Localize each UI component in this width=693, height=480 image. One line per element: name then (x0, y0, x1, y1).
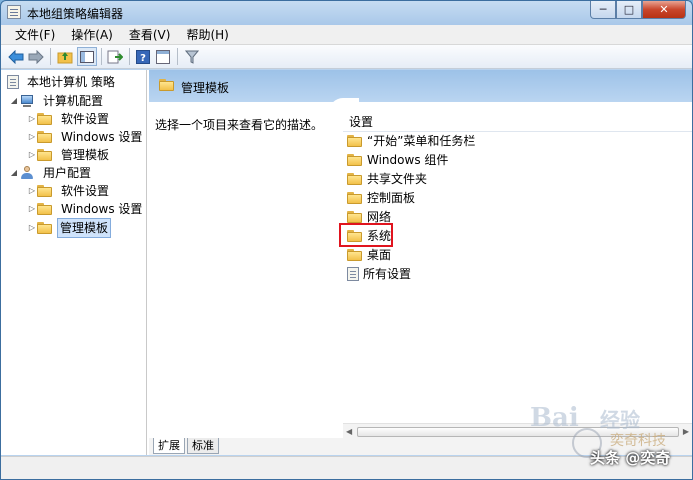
tree-item-user-windows[interactable]: ▷ Windows 设置 (27, 200, 146, 218)
collapsed-arrow-icon[interactable]: ▷ (27, 219, 37, 237)
details-header: 管理模板 (149, 70, 692, 102)
folder-icon (347, 172, 363, 186)
tree-item-computer-config[interactable]: ◢ 计算机配置 (9, 92, 107, 110)
list-item-shared-folders[interactable]: 共享文件夹 (347, 170, 427, 188)
tree-item-computer-windows[interactable]: ▷ Windows 设置 (27, 128, 146, 146)
menu-file[interactable]: 文件(F) (7, 25, 63, 44)
tree-item-computer-admin[interactable]: ▷ 管理模板 (27, 146, 113, 164)
folder-icon (37, 148, 53, 162)
menu-action[interactable]: 操作(A) (63, 25, 121, 44)
tree-item-root[interactable]: 本地计算机 策略 (7, 73, 119, 91)
window-controls: ─ □ ✕ (590, 1, 686, 20)
watermark-toutiao: 头条 @奕奇 (590, 449, 671, 467)
svg-text:?: ? (140, 53, 146, 64)
user-icon (19, 166, 35, 180)
list-item-all-settings[interactable]: 所有设置 (347, 265, 411, 283)
folder-icon (37, 130, 53, 144)
tab-extended[interactable]: 扩展 (153, 438, 185, 454)
tree-item-user-software[interactable]: ▷ 软件设置 (27, 182, 113, 200)
list-item-start-menu[interactable]: “开始”菜单和任务栏 (347, 132, 475, 150)
folder-icon (347, 191, 363, 205)
folder-icon (347, 210, 363, 224)
folder-icon (159, 79, 175, 92)
help-icon[interactable]: ? (134, 47, 152, 66)
collapsed-arrow-icon[interactable]: ▷ (27, 146, 37, 164)
menu-bar: 文件(F) 操作(A) 查看(V) 帮助(H) (1, 25, 692, 45)
menu-view[interactable]: 查看(V) (121, 25, 179, 44)
collapsed-arrow-icon[interactable]: ▷ (27, 110, 37, 128)
window-title: 本地组策略编辑器 (27, 7, 124, 21)
expanded-arrow-icon[interactable]: ◢ (9, 164, 19, 182)
export-list-icon[interactable] (106, 47, 124, 66)
content-area: 本地计算机 策略 ◢ 计算机配置 ▷ 软件设置 ▷ Windows 设置 ▷ 管… (1, 70, 692, 455)
policy-document-icon (7, 75, 19, 89)
scroll-left-icon[interactable]: ◀ (346, 427, 352, 436)
tree-item-user-admin[interactable]: ▷ 管理模板 (27, 218, 112, 238)
list-item-desktop[interactable]: 桌面 (347, 246, 391, 264)
tree-item-user-config[interactable]: ◢ 用户配置 (9, 164, 95, 182)
details-title: 管理模板 (181, 81, 230, 95)
collapsed-arrow-icon[interactable]: ▷ (27, 128, 37, 146)
computer-icon (19, 94, 35, 108)
folder-icon (37, 202, 53, 216)
all-settings-icon (347, 267, 359, 281)
folder-icon (37, 221, 53, 235)
collapsed-arrow-icon[interactable]: ▷ (27, 182, 37, 200)
list-item-windows-components[interactable]: Windows 组件 (347, 151, 448, 169)
watermark-jingyan: 经验 (600, 408, 640, 432)
folder-icon (347, 153, 363, 167)
folder-icon (347, 134, 363, 148)
tree-item-computer-software[interactable]: ▷ 软件设置 (27, 110, 113, 128)
folder-icon (347, 248, 363, 262)
watermark-baidu: Bai (530, 403, 579, 433)
collapsed-arrow-icon[interactable]: ▷ (27, 200, 37, 218)
filter-icon[interactable] (183, 47, 201, 66)
expanded-arrow-icon[interactable]: ◢ (9, 92, 19, 110)
folder-icon (37, 184, 53, 198)
tab-standard[interactable]: 标准 (187, 438, 219, 454)
folder-icon (37, 112, 53, 126)
up-folder-icon[interactable] (56, 47, 74, 66)
close-button[interactable]: ✕ (642, 1, 686, 19)
settings-list: 设置 “开始”菜单和任务栏 Windows 组件 共享文件夹 控制面板 网络 系… (343, 102, 692, 426)
details-pane: 管理模板 选择一个项目来查看它的描述。 设置 “开始”菜单和任务栏 Window… (149, 70, 692, 455)
menu-help[interactable]: 帮助(H) (178, 25, 236, 44)
navigation-tree: 本地计算机 策略 ◢ 计算机配置 ▷ 软件设置 ▷ Windows 设置 ▷ 管… (1, 70, 147, 455)
list-item-control-panel[interactable]: 控制面板 (347, 189, 415, 207)
minimize-button[interactable]: ─ (590, 1, 616, 19)
forward-arrow-icon[interactable] (27, 47, 45, 66)
app-icon (7, 5, 21, 19)
title-bar[interactable]: 本地组策略编辑器 ─ □ ✕ (1, 1, 692, 25)
scroll-right-icon[interactable]: ▶ (683, 427, 689, 436)
toolbar: ? (1, 45, 692, 69)
properties-icon[interactable] (154, 47, 172, 66)
description-pane: 选择一个项目来查看它的描述。 (149, 102, 337, 440)
description-text: 选择一个项目来查看它的描述。 (155, 118, 324, 132)
highlight-box (339, 223, 393, 247)
show-tree-icon[interactable] (77, 47, 97, 66)
column-header-setting[interactable]: 设置 (343, 112, 692, 132)
maximize-button[interactable]: □ (616, 1, 642, 19)
back-arrow-icon[interactable] (7, 47, 25, 66)
status-bar (1, 456, 692, 479)
